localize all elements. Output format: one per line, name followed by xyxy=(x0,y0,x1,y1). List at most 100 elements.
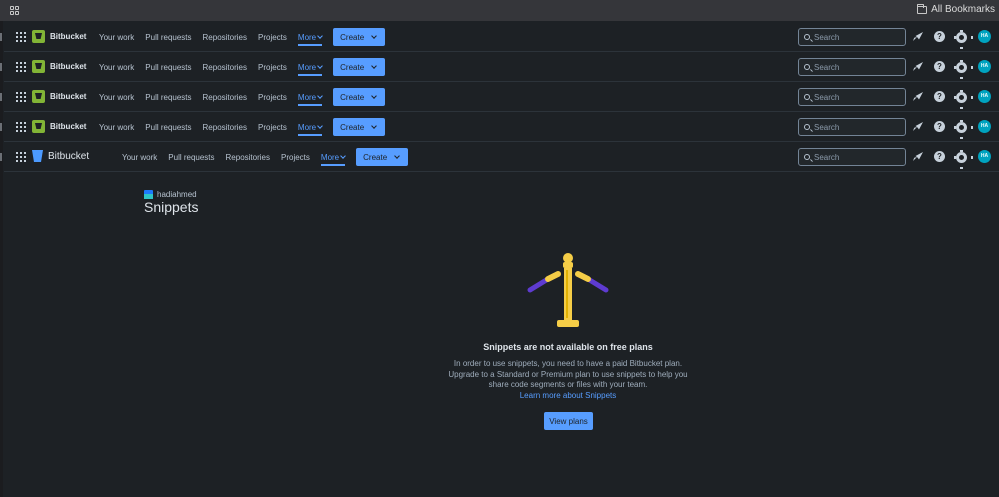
bitbucket-logo[interactable]: Bitbucket xyxy=(32,150,89,162)
nav-more-dropdown[interactable]: More xyxy=(297,52,323,82)
workspace-icon xyxy=(144,190,153,199)
help-button[interactable]: ? xyxy=(934,151,946,163)
search-placeholder: Search xyxy=(814,32,840,42)
nav-your-work[interactable]: Your work xyxy=(99,93,134,102)
chevron-down-icon xyxy=(371,63,377,69)
whats-new-button[interactable] xyxy=(913,151,925,163)
nav-your-work[interactable]: Your work xyxy=(99,123,134,132)
bitbucket-logo[interactable]: Bitbucket xyxy=(32,60,86,73)
help-icon: ? xyxy=(934,121,945,132)
avatar[interactable]: HA xyxy=(978,60,991,73)
nav-more-dropdown[interactable]: More xyxy=(297,82,323,112)
search-input[interactable]: Search xyxy=(798,88,906,106)
folder-icon xyxy=(917,3,928,14)
search-input[interactable]: Search xyxy=(798,118,906,136)
chevron-down-icon xyxy=(371,33,377,39)
whats-new-button[interactable] xyxy=(913,61,925,73)
rocket-icon xyxy=(915,152,923,160)
apps-icon[interactable] xyxy=(10,6,19,15)
chevron-down-icon xyxy=(371,123,377,129)
settings-button[interactable] xyxy=(954,120,973,139)
search-input[interactable]: Search xyxy=(798,148,906,166)
create-button[interactable]: Create xyxy=(333,118,386,136)
rocket-icon xyxy=(915,62,923,70)
rocket-icon xyxy=(915,92,923,100)
help-button[interactable]: ? xyxy=(934,121,946,133)
brand-name: Bitbucket xyxy=(50,62,87,71)
nav-projects[interactable]: Projects xyxy=(258,63,287,72)
bitbucket-logo-icon xyxy=(32,90,45,103)
settings-button[interactable] xyxy=(954,60,973,79)
nav-pull-requests[interactable]: Pull requests xyxy=(168,153,214,162)
app-switcher-icon[interactable] xyxy=(16,92,26,102)
bitbucket-logo-icon xyxy=(32,120,45,133)
app-switcher-icon[interactable] xyxy=(16,152,26,162)
nav-repositories[interactable]: Repositories xyxy=(226,153,270,162)
primary-nav: Your work Pull requests Repositories Pro… xyxy=(99,52,386,82)
rocket-tail xyxy=(913,157,917,161)
create-button[interactable]: Create xyxy=(333,58,386,76)
workspace-breadcrumb[interactable]: hadiahmed xyxy=(144,190,197,199)
all-bookmarks-button[interactable]: All Bookmarks xyxy=(917,3,995,15)
help-button[interactable]: ? xyxy=(934,61,946,73)
top-navigation: Bitbucket Your work Pull requests Reposi… xyxy=(4,52,999,82)
bitbucket-logo[interactable]: Bitbucket xyxy=(32,90,86,103)
help-button[interactable]: ? xyxy=(934,91,946,103)
whats-new-button[interactable] xyxy=(913,31,925,43)
brand-name: Bitbucket xyxy=(50,32,87,41)
avatar[interactable]: HA xyxy=(978,90,991,103)
nav-projects[interactable]: Projects xyxy=(258,123,287,132)
search-input[interactable]: Search xyxy=(798,28,906,46)
create-button[interactable]: Create xyxy=(356,148,409,166)
bitbucket-logo-icon xyxy=(32,30,45,43)
bitbucket-logo[interactable]: Bitbucket xyxy=(32,30,86,43)
settings-button[interactable] xyxy=(954,30,973,49)
workspace-name: hadiahmed xyxy=(157,190,197,199)
help-icon: ? xyxy=(934,31,945,42)
nav-repositories[interactable]: Repositories xyxy=(203,93,247,102)
nav-more-dropdown[interactable]: More xyxy=(297,112,323,142)
help-icon: ? xyxy=(934,151,945,162)
create-button[interactable]: Create xyxy=(333,28,386,46)
nav-more-dropdown[interactable]: More xyxy=(297,22,323,52)
search-placeholder: Search xyxy=(814,122,840,132)
avatar[interactable]: HA xyxy=(978,30,991,43)
side-panel-strip xyxy=(0,21,3,497)
avatar[interactable]: HA xyxy=(978,120,991,133)
nav-repositories[interactable]: Repositories xyxy=(203,123,247,132)
learn-more-link[interactable]: Learn more about Snippets xyxy=(418,391,718,400)
nav-your-work[interactable]: Your work xyxy=(122,153,157,162)
stanchion-post xyxy=(557,253,579,327)
app-switcher-icon[interactable] xyxy=(16,122,26,132)
search-input[interactable]: Search xyxy=(798,58,906,76)
nav-pull-requests[interactable]: Pull requests xyxy=(145,123,191,132)
nav-repositories[interactable]: Repositories xyxy=(203,33,247,42)
nav-pull-requests[interactable]: Pull requests xyxy=(145,93,191,102)
nav-repositories[interactable]: Repositories xyxy=(203,63,247,72)
whats-new-button[interactable] xyxy=(913,91,925,103)
nav-more-dropdown[interactable]: More xyxy=(320,142,346,172)
settings-button[interactable] xyxy=(954,150,973,169)
top-navigation: Bitbucket Your work Pull requests Reposi… xyxy=(4,22,999,52)
view-plans-button[interactable]: View plans xyxy=(544,412,593,430)
nav-projects[interactable]: Projects xyxy=(258,93,287,102)
app-switcher-icon[interactable] xyxy=(16,32,26,42)
nav-pull-requests[interactable]: Pull requests xyxy=(145,63,191,72)
nav-projects[interactable]: Projects xyxy=(281,153,310,162)
search-placeholder: Search xyxy=(814,62,840,72)
nav-your-work[interactable]: Your work xyxy=(99,63,134,72)
settings-icon xyxy=(954,120,973,139)
app-switcher-icon[interactable] xyxy=(16,62,26,72)
bitbucket-logo[interactable]: Bitbucket xyxy=(32,120,86,133)
nav-projects[interactable]: Projects xyxy=(258,33,287,42)
top-navigation: Bitbucket Your work Pull requests Reposi… xyxy=(4,112,999,142)
help-button[interactable]: ? xyxy=(934,31,946,43)
help-icon: ? xyxy=(934,91,945,102)
nav-pull-requests[interactable]: Pull requests xyxy=(145,33,191,42)
create-button[interactable]: Create xyxy=(333,88,386,106)
avatar[interactable]: HA xyxy=(978,150,991,163)
settings-button[interactable] xyxy=(954,90,973,109)
help-icon: ? xyxy=(934,61,945,72)
nav-your-work[interactable]: Your work xyxy=(99,33,134,42)
whats-new-button[interactable] xyxy=(913,121,925,133)
